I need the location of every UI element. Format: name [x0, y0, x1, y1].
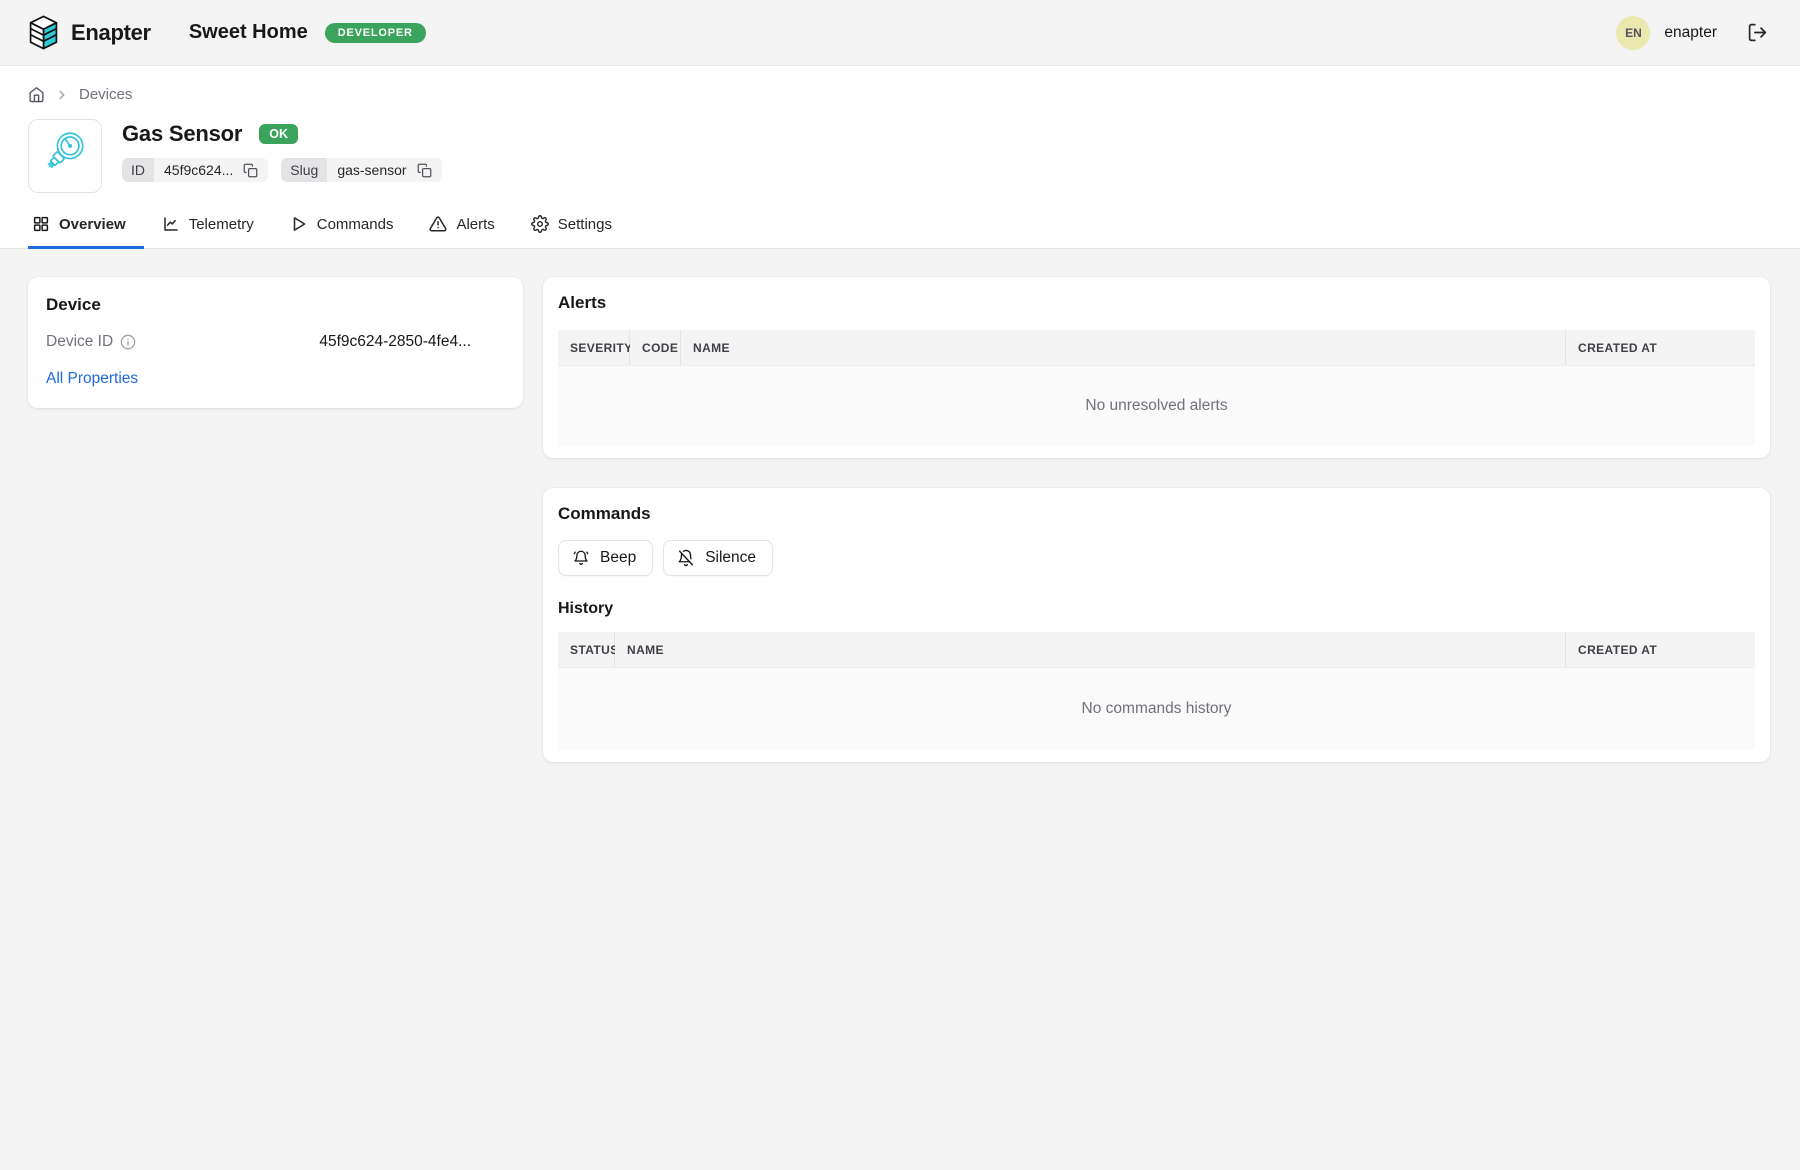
- device-image: [28, 119, 102, 193]
- breadcrumb-home-link[interactable]: [28, 86, 45, 103]
- copy-icon: [417, 163, 432, 178]
- device-header-info: Gas Sensor OK ID 45f9c624...: [122, 119, 442, 193]
- tab-settings[interactable]: Settings: [527, 213, 630, 248]
- play-icon: [290, 215, 308, 233]
- tab-overview[interactable]: Overview: [28, 213, 144, 248]
- beep-command-button[interactable]: Beep: [558, 540, 653, 576]
- gas-sensor-icon: [38, 129, 92, 183]
- history-title: History: [558, 600, 1755, 618]
- tab-label: Settings: [558, 216, 612, 233]
- beep-command-label: Beep: [600, 549, 636, 567]
- alerts-table: SEVERITY CODE NAME CREATED AT No unresol…: [558, 330, 1755, 446]
- main-content: Device Device ID 45f9c624-2850-4fe4... A…: [0, 249, 1800, 762]
- silence-command-button[interactable]: Silence: [663, 540, 773, 576]
- column-header-severity: SEVERITY: [558, 330, 630, 366]
- device-header: Gas Sensor OK ID 45f9c624...: [28, 119, 1772, 193]
- device-id-info-button[interactable]: [120, 334, 136, 350]
- column-header-created-at: CREATED AT: [1566, 330, 1755, 366]
- device-slug-chip-label: Slug: [281, 158, 327, 182]
- device-id-row: Device ID 45f9c624-2850-4fe4...: [46, 333, 505, 351]
- command-buttons: Beep Silence: [558, 540, 1755, 576]
- commands-card: Commands Beep: [543, 488, 1770, 762]
- column-header-created-at: CREATED AT: [1566, 632, 1755, 668]
- breadcrumb: Devices: [28, 66, 1772, 103]
- silence-command-label: Silence: [705, 549, 756, 567]
- grid-icon: [32, 215, 50, 233]
- enapter-logo-icon: [28, 15, 59, 50]
- info-icon: [120, 334, 136, 350]
- logout-icon: [1747, 22, 1768, 43]
- bell-icon: [572, 549, 590, 567]
- commands-card-title: Commands: [558, 504, 1755, 524]
- history-empty-state: No commands history: [558, 668, 1755, 750]
- column-header-name: NAME: [615, 632, 1566, 668]
- user-avatar[interactable]: EN: [1616, 16, 1650, 50]
- device-id-chip: ID 45f9c624...: [122, 158, 268, 182]
- chart-line-icon: [162, 215, 180, 233]
- logout-button[interactable]: [1745, 20, 1770, 45]
- all-properties-link[interactable]: All Properties: [46, 370, 138, 388]
- home-icon: [28, 86, 45, 103]
- column-header-code: CODE: [630, 330, 681, 366]
- device-status-badge: OK: [259, 124, 298, 144]
- tab-label: Telemetry: [189, 216, 254, 233]
- workspace-name[interactable]: Sweet Home: [189, 21, 308, 44]
- device-meta-chips: ID 45f9c624...: [122, 158, 442, 182]
- device-slug-chip: Slug gas-sensor: [281, 158, 441, 182]
- alerts-card-title: Alerts: [558, 293, 1755, 313]
- warning-triangle-icon: [429, 215, 447, 233]
- alerts-card: Alerts SEVERITY CODE NAME CREATED AT No …: [543, 277, 1770, 458]
- tab-commands[interactable]: Commands: [286, 213, 412, 248]
- commands-history-table: STATUS NAME CREATED AT No commands histo…: [558, 632, 1755, 750]
- device-slug-chip-value: gas-sensor: [337, 162, 406, 178]
- tab-telemetry[interactable]: Telemetry: [158, 213, 272, 248]
- tab-label: Alerts: [456, 216, 494, 233]
- device-card: Device Device ID 45f9c624-2850-4fe4... A…: [28, 277, 523, 408]
- top-bar: Enapter Sweet Home DEVELOPER EN enapter: [0, 0, 1800, 66]
- gear-icon: [531, 215, 549, 233]
- history-table-header: STATUS NAME CREATED AT: [558, 632, 1755, 668]
- copy-device-id-button[interactable]: [243, 163, 258, 178]
- breadcrumb-devices-link[interactable]: Devices: [79, 86, 132, 103]
- device-id-chip-value: 45f9c624...: [164, 162, 233, 178]
- user-name: enapter: [1664, 24, 1717, 42]
- device-id-chip-label: ID: [122, 158, 154, 182]
- page-header-section: Devices Gas Sensor: [0, 66, 1800, 249]
- bell-off-icon: [677, 549, 695, 567]
- copy-device-slug-button[interactable]: [417, 163, 432, 178]
- role-badge: DEVELOPER: [325, 23, 426, 43]
- copy-icon: [243, 163, 258, 178]
- tab-alerts[interactable]: Alerts: [425, 213, 512, 248]
- device-id-label: Device ID: [46, 333, 113, 351]
- brand-name: Enapter: [71, 20, 151, 46]
- device-card-title: Device: [46, 295, 505, 315]
- tab-label: Overview: [59, 216, 126, 233]
- device-tabs: Overview Telemetry Commands: [28, 213, 1772, 248]
- alerts-table-header: SEVERITY CODE NAME CREATED AT: [558, 330, 1755, 366]
- right-column: Alerts SEVERITY CODE NAME CREATED AT No …: [543, 277, 1770, 762]
- home-logo-link[interactable]: Enapter: [28, 15, 151, 50]
- column-header-name: NAME: [681, 330, 1566, 366]
- alerts-empty-state: No unresolved alerts: [558, 366, 1755, 446]
- column-header-status: STATUS: [558, 632, 615, 668]
- top-bar-right: EN enapter: [1616, 16, 1770, 50]
- page-title: Gas Sensor: [122, 121, 242, 147]
- device-id-value: 45f9c624-2850-4fe4...: [319, 333, 505, 351]
- tab-label: Commands: [317, 216, 394, 233]
- chevron-right-icon: [55, 88, 69, 102]
